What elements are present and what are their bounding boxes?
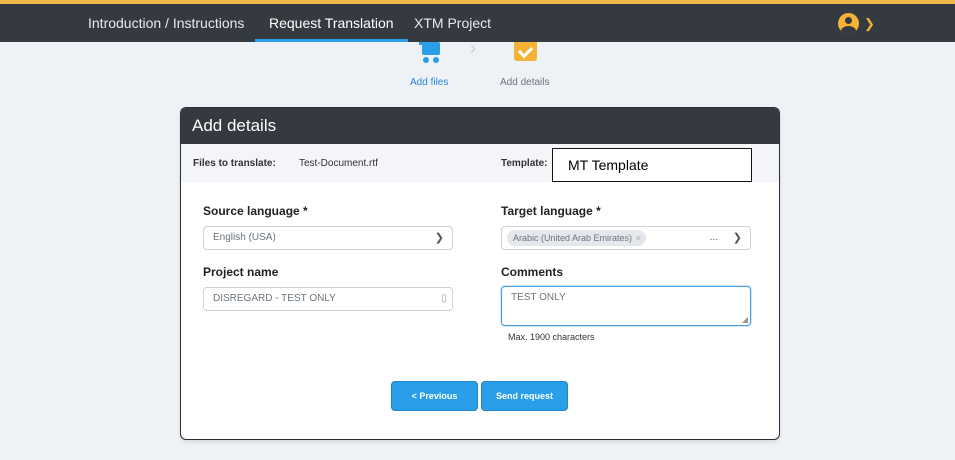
top-navbar: Introduction / Instructions Request Tran…	[0, 4, 955, 42]
source-language-label: Source language *	[203, 204, 308, 218]
files-to-translate-label: Files to translate:	[193, 158, 276, 169]
target-language-select[interactable]: Arabic (United Arab Emirates) ✕ ... ❯	[501, 226, 751, 250]
step-arrow-icon: ›	[470, 38, 476, 58]
cart-icon[interactable]	[419, 42, 443, 64]
target-language-tag: Arabic (United Arab Emirates) ✕	[507, 230, 646, 246]
template-label: Template:	[501, 158, 548, 169]
project-name-label: Project name	[203, 265, 279, 279]
step-add-details: Add details	[500, 77, 550, 88]
comments-value: TEST ONLY	[511, 292, 566, 303]
source-language-select[interactable]: English (USA) ❯	[203, 226, 453, 250]
tab-request-translation[interactable]: Request Translation	[255, 4, 408, 42]
target-language-tag-text: Arabic (United Arab Emirates)	[513, 233, 633, 243]
autofill-icon[interactable]: ▯	[441, 288, 447, 310]
comments-hint: Max. 1900 characters	[508, 332, 595, 342]
add-details-card: Add details Files to translate: Test-Doc…	[181, 108, 779, 439]
chevron-down-icon: ❯	[434, 232, 444, 244]
tab-introduction[interactable]: Introduction / Instructions	[88, 4, 244, 42]
checkbox-icon	[514, 42, 537, 61]
source-language-value: English (USA)	[213, 232, 276, 243]
comments-textarea[interactable]: TEST ONLY ◢	[501, 286, 751, 326]
project-name-input[interactable]: DISREGARD - TEST ONLY ▯	[203, 287, 453, 311]
project-name-value: DISREGARD - TEST ONLY	[213, 293, 336, 304]
user-avatar-icon[interactable]	[838, 13, 859, 34]
send-request-button[interactable]: Send request	[481, 381, 568, 411]
target-language-label: Target language *	[501, 204, 601, 218]
tab-xtm-project[interactable]: XTM Project	[414, 4, 491, 42]
step-add-files[interactable]: Add files	[410, 77, 448, 88]
card-title: Add details	[181, 108, 779, 144]
more-languages-indicator: ...	[709, 232, 718, 243]
template-value: MT Template	[552, 148, 752, 182]
remove-tag-icon[interactable]: ✕	[635, 234, 642, 243]
previous-button[interactable]: < Previous	[391, 381, 478, 411]
resize-handle-icon[interactable]: ◢	[742, 315, 748, 324]
files-to-translate-value: Test-Document.rtf	[299, 158, 378, 169]
chevron-down-icon[interactable]: ❯	[864, 16, 875, 32]
info-bar: Files to translate: Test-Document.rtf Te…	[181, 144, 779, 182]
comments-label: Comments	[501, 265, 564, 279]
chevron-down-icon: ❯	[732, 232, 742, 244]
